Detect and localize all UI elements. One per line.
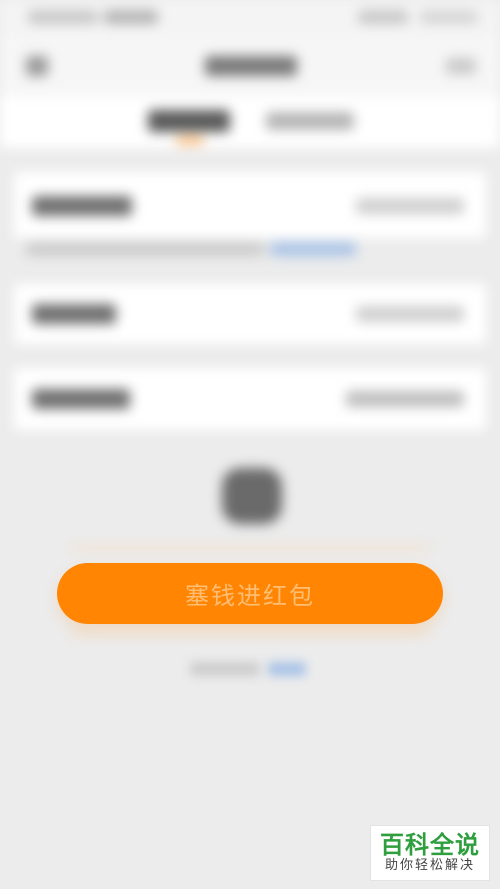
navigation-bar — [0, 36, 500, 96]
switch-type-link[interactable] — [270, 242, 356, 256]
tab-normal-packet[interactable] — [266, 112, 354, 130]
greeting-field[interactable] — [14, 368, 486, 430]
packet-type-hint — [26, 242, 264, 256]
red-packet-screen: 塞钱进红包 百科全说 助你轻松解决 — [0, 0, 500, 889]
blurred-content — [0, 0, 500, 889]
total-amount-label — [32, 196, 132, 216]
packet-count-field[interactable] — [14, 284, 486, 344]
total-amount-input[interactable] — [356, 198, 464, 214]
total-amount-field[interactable] — [14, 172, 486, 238]
watermark-subtitle: 助你轻松解决 — [384, 858, 475, 873]
tab-active-indicator — [176, 138, 204, 143]
back-arrow-icon[interactable] — [26, 56, 48, 76]
battery-icon — [420, 10, 478, 24]
status-bar — [0, 0, 500, 36]
footer-note — [190, 662, 260, 676]
clock-indicator — [358, 10, 408, 24]
greeting-input[interactable] — [346, 391, 464, 407]
greeting-label — [32, 389, 130, 409]
footer-link[interactable] — [268, 662, 306, 676]
signal-icon — [104, 10, 158, 24]
watermark-title: 百科全说 — [380, 831, 480, 859]
amount-display — [222, 468, 282, 524]
packet-count-input[interactable] — [356, 306, 464, 322]
more-menu-icon[interactable] — [446, 58, 476, 74]
carrier-indicator — [28, 10, 98, 24]
page-title — [205, 56, 297, 76]
divider — [70, 632, 430, 635]
packet-count-label — [32, 304, 116, 324]
watermark-logo: 百科全说 助你轻松解决 — [370, 825, 490, 881]
tab-lucky-packet[interactable] — [148, 110, 230, 132]
divider — [70, 546, 430, 549]
packet-type-tabs — [0, 96, 500, 148]
send-red-packet-button[interactable]: 塞钱进红包 — [57, 563, 443, 624]
